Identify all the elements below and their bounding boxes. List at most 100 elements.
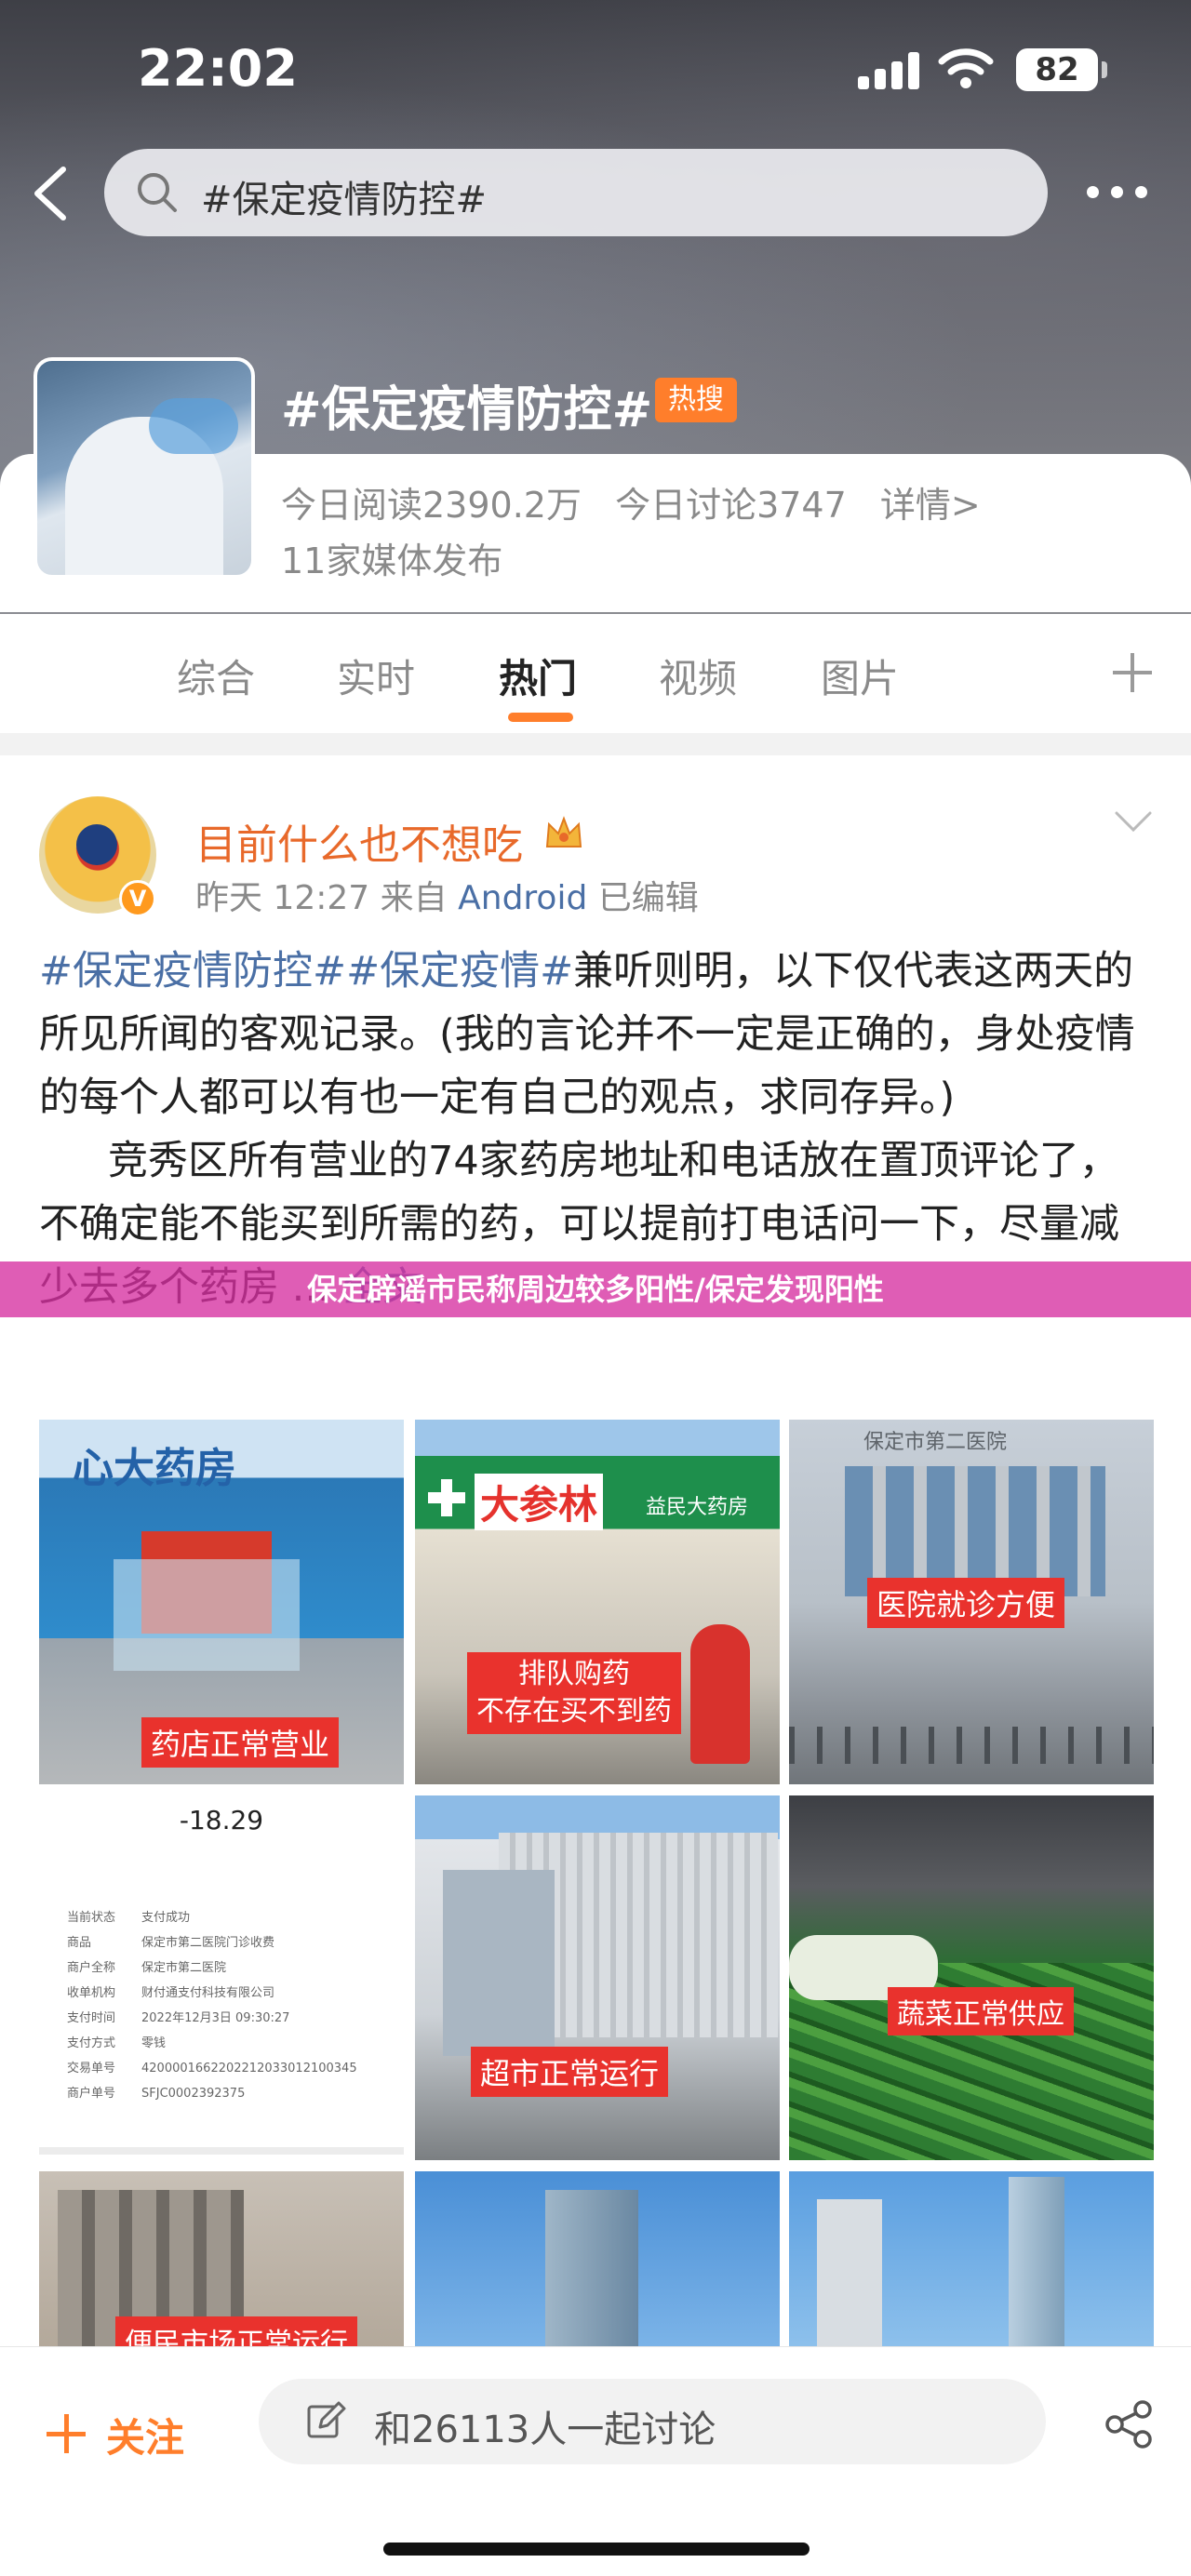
tab-comprehensive[interactable]: 综合 (177, 647, 255, 704)
receipt-key: 商户全称 (67, 1961, 116, 1975)
more-options-icon[interactable] (1087, 184, 1152, 203)
image-thumbnail[interactable]: 大参林 益民大药房 排队购药 不存在买不到药 (415, 1420, 780, 1784)
hot-search-badge: 热搜 (655, 378, 737, 422)
discuss-placeholder: 和26113人一起讨论 (374, 2409, 716, 2451)
fence (789, 1727, 1154, 1764)
plus-icon (47, 2414, 86, 2453)
discuss-input[interactable]: 和26113人一起讨论 (259, 2379, 1046, 2464)
post-device: Android (458, 879, 588, 917)
receipt-value: 保定市第二医院 (141, 1961, 227, 1975)
home-indicator[interactable] (383, 2543, 810, 2556)
crown-icon (545, 816, 582, 848)
receipt-key: 交易单号 (67, 2062, 116, 2075)
edited-label: 已编辑 (597, 879, 699, 917)
edit-icon (307, 2401, 346, 2438)
verified-icon: V (119, 880, 156, 917)
back-arrow-icon[interactable] (28, 166, 74, 221)
bottom-action-bar: 关注 和26113人一起讨论 (0, 2346, 1191, 2576)
wifi-icon (938, 48, 994, 88)
image-thumbnail[interactable]: 便民市场正常运行 (39, 2171, 404, 2350)
receipt-value: 支付成功 (141, 1911, 191, 1925)
receipt-value: 财付通支付科技有限公司 (141, 1986, 275, 2000)
receipt-key: 收单机构 (67, 1986, 116, 2000)
signal-icon (858, 52, 923, 89)
receipt-key: 支付方式 (67, 2036, 116, 2050)
image-thumbnail[interactable]: 超市正常运行 (415, 1795, 780, 2160)
follow-label: 关注 (106, 2415, 185, 2461)
media-count: 11家媒体发布 (281, 541, 503, 581)
tab-hot[interactable]: 热门 (499, 647, 577, 704)
receipt-amount: -18.29 (179, 1805, 264, 1835)
image-caption: 便民市场正常运行 (115, 2316, 357, 2350)
image-caption: 药店正常营业 (141, 1717, 340, 1768)
topic-cover-image (33, 357, 255, 579)
details-link[interactable]: 详情> (880, 485, 981, 526)
active-tab-indicator (508, 713, 573, 722)
hashtag-link[interactable]: #保定疫情# (346, 948, 573, 994)
post-source-prefix: 来自 (380, 879, 448, 917)
search-icon (138, 173, 177, 212)
pharmacy-cross-icon (428, 1479, 465, 1516)
overlay-banner: 保定辟谣市民称周边较多阳性/保定发现阳性 (0, 1261, 1191, 1317)
search-query: #保定疫情防控# (201, 179, 488, 221)
receipt-key: 商品 (67, 1936, 92, 1950)
receipt-details: 当前状态 支付成功 商品 保定市第二医院门诊收费 商户全称 保定市第二医院 收单机构 财… (67, 1905, 383, 2106)
feed-tabs: 综合 实时 热门 视频 图片 (0, 614, 1191, 733)
caption-line: 排队购药 (518, 1658, 630, 1690)
glass-door (114, 1559, 300, 1671)
user-name[interactable]: 目前什么也不想吃 (195, 811, 523, 871)
status-bar: 22:02 82 (0, 0, 1191, 140)
read-count: 今日阅读2390.2万 (281, 485, 582, 526)
receipt-value: 4200001662202212033012100345 (141, 2062, 357, 2075)
hashtag-link[interactable]: #保定疫情防控# (39, 948, 346, 994)
image-caption: 蔬菜正常供应 (888, 1987, 1074, 2035)
skyscraper (1009, 2177, 1064, 2350)
pharmacy-sign: 大参林 (475, 1474, 604, 1530)
topic-title: #保定疫情防控# (281, 382, 653, 438)
payment-receipt-image[interactable]: -18.29 当前状态 支付成功 商品 保定市第二医院门诊收费 商户全称 保定市第二医… (39, 1795, 404, 2160)
image-caption: 超市正常运行 (471, 2047, 669, 2097)
image-thumbnail[interactable]: 保定市第二医院 医院就诊方便 (789, 1420, 1154, 1784)
caption-line: 不存在买不到药 (476, 1695, 672, 1728)
building (817, 2199, 882, 2350)
receipt-value: 零钱 (141, 2036, 167, 2050)
receipt-value: 2022年12月3日 09:30:27 (141, 2011, 290, 2025)
topic-stats: 今日阅读2390.2万 今日讨论3747 详情> (281, 476, 1003, 527)
search-bar[interactable]: #保定疫情防控# (104, 149, 1048, 236)
hospital-sign: 保定市第二医院 (863, 1431, 1008, 1454)
receipt-value: SFJC0002392375 (141, 2087, 246, 2101)
banner-text: 保定辟谣市民称周边较多阳性/保定发现阳性 (307, 1272, 884, 1307)
image-caption: 排队购药 不存在买不到药 (467, 1652, 681, 1734)
post-meta: 昨天 12:27 来自 Android 已编辑 (195, 871, 699, 919)
tab-video[interactable]: 视频 (659, 647, 737, 704)
status-time: 22:02 (138, 39, 298, 98)
image-thumbnail[interactable]: 蔬菜正常供应 (789, 1795, 1154, 2160)
person-red-coat (690, 1624, 750, 1764)
chevron-down-icon[interactable] (1113, 808, 1154, 835)
face-shield (149, 398, 238, 454)
image-grid: 心大药房 药店正常营业 大参林 益民大药房 排队购药 不存在买不到药 保定市第二… (39, 1420, 1154, 2350)
add-tab-icon[interactable] (1111, 651, 1154, 694)
building-side (443, 1870, 555, 2056)
receipt-key: 商户单号 (67, 2087, 116, 2101)
image-thumbnail[interactable] (789, 2171, 1154, 2350)
tab-pictures[interactable]: 图片 (821, 647, 899, 704)
post-time: 昨天 12:27 (195, 879, 370, 917)
receipt-key: 支付时间 (67, 2011, 116, 2025)
tab-realtime[interactable]: 实时 (337, 647, 415, 704)
weibo-post: V 目前什么也不想吃 昨天 12:27 来自 Android 已编辑 #保定疫情… (0, 755, 1191, 2350)
image-thumbnail[interactable]: 心大药房 药店正常营业 (39, 1420, 404, 1784)
pharmacy-sign-sub: 益民大药房 (646, 1496, 749, 1519)
discussion-count: 今日讨论3747 (615, 485, 847, 526)
image-caption: 医院就诊方便 (867, 1578, 1065, 1628)
skyscraper (545, 2190, 638, 2350)
topic-header: 22:02 82 #保定疫情防控# #保定疫情防控# 热搜 今日阅读2390.2… (0, 0, 1191, 614)
receipt-key: 当前状态 (67, 1911, 116, 1925)
building-windows (845, 1466, 1105, 1596)
divider (39, 2147, 404, 2155)
pharmacy-sign: 心大药房 (73, 1445, 236, 1492)
image-thumbnail[interactable] (415, 2171, 780, 2350)
share-icon[interactable] (1104, 2399, 1154, 2449)
battery-indicator: 82 (1016, 48, 1107, 91)
receipt-value: 保定市第二医院门诊收费 (141, 1936, 275, 1950)
